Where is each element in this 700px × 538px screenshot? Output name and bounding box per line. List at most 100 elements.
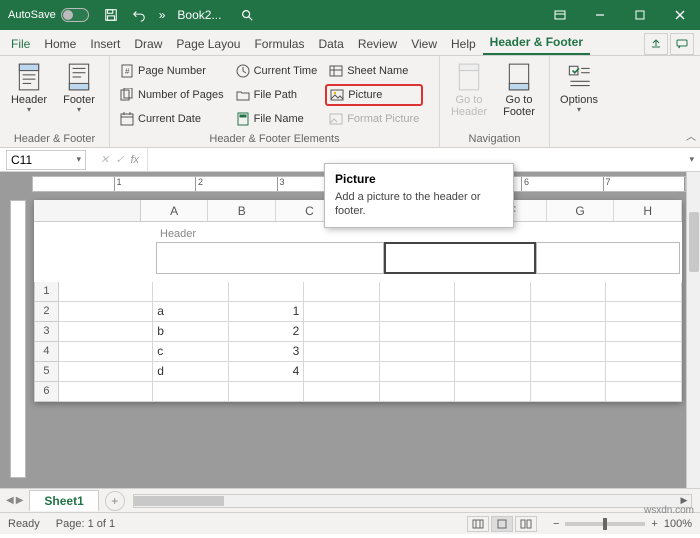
- cancel-formula-icon[interactable]: ✕: [100, 153, 109, 166]
- goto-header-button: Go to Header: [446, 60, 492, 131]
- formula-expand-icon[interactable]: ▾: [683, 154, 700, 165]
- ribbon: Header▾ Footer▾ Header & Footer #Page Nu…: [0, 56, 700, 148]
- cell[interactable]: b: [153, 322, 229, 342]
- cell[interactable]: c: [153, 342, 229, 362]
- tab-page-layout[interactable]: Page Layou: [169, 33, 247, 55]
- cell[interactable]: 1: [229, 302, 305, 322]
- status-page: Page: 1 of 1: [56, 518, 115, 530]
- sheet-tab-bar: ◀▶ Sheet1 + ◀▶: [0, 488, 700, 512]
- undo-icon[interactable]: [125, 1, 153, 29]
- header-section-label: Header: [156, 226, 680, 242]
- add-sheet-icon[interactable]: +: [105, 491, 125, 511]
- header-left-box[interactable]: [156, 242, 384, 274]
- row-header[interactable]: 1: [34, 282, 59, 302]
- cell[interactable]: [229, 282, 305, 302]
- ribbon-display-icon[interactable]: [540, 0, 580, 30]
- title-bar: AutoSave » Book2...: [0, 0, 700, 30]
- svg-text:#: #: [125, 67, 130, 76]
- col-a[interactable]: A: [141, 200, 209, 221]
- page-preview: A B C D E F G H Header 1 2a1 3b2 4c3 5d4…: [34, 200, 682, 402]
- tab-nav-prev-icon[interactable]: ◀: [6, 495, 14, 506]
- collapse-ribbon-icon[interactable]: ︿: [686, 128, 696, 143]
- row-header[interactable]: 3: [34, 322, 59, 342]
- cell[interactable]: [153, 382, 229, 402]
- col-g[interactable]: G: [547, 200, 615, 221]
- zoom-in-icon[interactable]: +: [651, 518, 657, 530]
- close-icon[interactable]: [660, 0, 700, 30]
- search-icon[interactable]: [227, 8, 267, 22]
- sheet-tab-sheet1[interactable]: Sheet1: [29, 490, 98, 511]
- options-button[interactable]: Options▾: [556, 60, 602, 131]
- row-header[interactable]: 5: [34, 362, 59, 382]
- current-date-button[interactable]: Current Date: [116, 108, 228, 130]
- autosave-toggle[interactable]: AutoSave: [0, 8, 97, 22]
- qat-more[interactable]: »: [153, 8, 172, 22]
- cell[interactable]: [229, 382, 305, 402]
- cell[interactable]: 4: [229, 362, 305, 382]
- maximize-icon[interactable]: [620, 0, 660, 30]
- tab-review[interactable]: Review: [351, 33, 404, 55]
- select-all-corner[interactable]: [34, 200, 141, 221]
- view-normal-icon[interactable]: [467, 516, 489, 532]
- zoom-control[interactable]: − + 100%: [553, 518, 692, 530]
- grid-rows: 1 2a1 3b2 4c3 5d4 6: [34, 282, 682, 402]
- file-name-button[interactable]: File Name: [232, 108, 322, 130]
- zoom-slider[interactable]: [565, 522, 645, 526]
- cell[interactable]: 2: [229, 322, 305, 342]
- tab-formulas[interactable]: Formulas: [247, 33, 311, 55]
- name-box[interactable]: C11▾: [6, 150, 86, 170]
- status-bar: Ready Page: 1 of 1 − + 100%: [0, 512, 700, 534]
- header-right-box[interactable]: [536, 242, 680, 274]
- picture-button[interactable]: Picture: [325, 84, 423, 106]
- vertical-scrollbar[interactable]: [686, 172, 700, 488]
- autosave-label: AutoSave: [8, 9, 56, 21]
- row-header[interactable]: 2: [34, 302, 59, 322]
- footer-button[interactable]: Footer▾: [56, 60, 102, 131]
- row-header[interactable]: 6: [34, 382, 59, 402]
- sheet-name-button[interactable]: Sheet Name: [325, 60, 423, 82]
- minimize-icon[interactable]: [580, 0, 620, 30]
- horizontal-scrollbar[interactable]: ◀▶: [133, 494, 692, 508]
- tooltip-title: Picture: [335, 172, 503, 186]
- tab-header-footer[interactable]: Header & Footer: [483, 31, 590, 55]
- tab-data[interactable]: Data: [311, 33, 350, 55]
- row-header[interactable]: 4: [34, 342, 59, 362]
- tab-nav-next-icon[interactable]: ▶: [16, 495, 24, 506]
- col-h[interactable]: H: [614, 200, 682, 221]
- autosave-switch[interactable]: [61, 8, 89, 22]
- watermark: wsxdn.com: [644, 505, 694, 516]
- view-page-layout-icon[interactable]: [491, 516, 513, 532]
- tab-help[interactable]: Help: [444, 33, 483, 55]
- zoom-out-icon[interactable]: −: [553, 518, 559, 530]
- document-title: Book2...: [171, 8, 227, 22]
- comments-icon[interactable]: [670, 33, 694, 55]
- current-time-button[interactable]: Current Time: [232, 60, 322, 82]
- cell[interactable]: 3: [229, 342, 305, 362]
- accept-formula-icon[interactable]: ✓: [115, 153, 124, 166]
- status-ready: Ready: [8, 518, 40, 530]
- cell[interactable]: [153, 282, 229, 302]
- share-icon[interactable]: [644, 33, 668, 55]
- save-icon[interactable]: [97, 1, 125, 29]
- header-button[interactable]: Header▾: [6, 60, 52, 131]
- ribbon-tabs: File Home Insert Draw Page Layou Formula…: [0, 30, 700, 56]
- number-of-pages-button[interactable]: Number of Pages: [116, 84, 228, 106]
- cell[interactable]: a: [153, 302, 229, 322]
- tab-view[interactable]: View: [404, 33, 444, 55]
- tooltip-picture: Picture Add a picture to the header or f…: [324, 163, 514, 228]
- group-label-hf: Header & Footer: [6, 131, 103, 145]
- zoom-level[interactable]: 100%: [664, 518, 692, 530]
- tab-file[interactable]: File: [4, 33, 37, 55]
- vertical-ruler[interactable]: [10, 200, 26, 478]
- tab-draw[interactable]: Draw: [127, 33, 169, 55]
- page-number-button[interactable]: #Page Number: [116, 60, 228, 82]
- tab-home[interactable]: Home: [37, 33, 83, 55]
- fx-icon[interactable]: fx: [130, 154, 139, 166]
- tab-insert[interactable]: Insert: [83, 33, 127, 55]
- view-page-break-icon[interactable]: [515, 516, 537, 532]
- cell[interactable]: d: [153, 362, 229, 382]
- col-b[interactable]: B: [208, 200, 276, 221]
- goto-footer-button[interactable]: Go to Footer: [496, 60, 542, 131]
- file-path-button[interactable]: File Path: [232, 84, 322, 106]
- header-center-box[interactable]: [384, 242, 536, 274]
